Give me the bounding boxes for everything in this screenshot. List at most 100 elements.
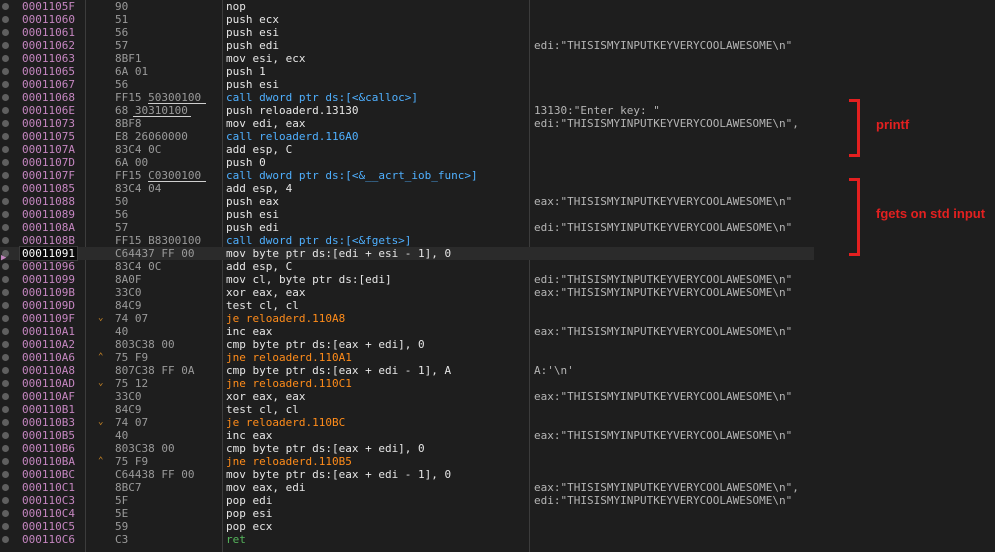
disassembly-row[interactable]: 000110C5 59 pop ecx — [0, 520, 995, 533]
breakpoint-dot-icon[interactable] — [2, 354, 9, 361]
disassembly-row[interactable]: 000110B6 803C38 00 cmp byte ptr ds:[eax + … — [0, 442, 995, 455]
disassembly-row[interactable]: 00011096 83C4 0C add esp, C — [0, 260, 995, 273]
breakpoint-dot-icon[interactable] — [2, 68, 9, 75]
breakpoint-dot-icon[interactable] — [2, 211, 9, 218]
disassembly-row[interactable]: 0001109F ⌄ 74 07 je reloaderd.110A8 — [0, 312, 995, 325]
comment: 13130:"Enter key: " — [534, 104, 660, 117]
breakpoint-dot-icon[interactable] — [2, 107, 9, 114]
address: 00011091 — [19, 246, 78, 261]
disassembly-row[interactable]: 0001108A 57 push edi edi:"THISISMYINPUTKEYV… — [0, 221, 995, 234]
breakpoint-dot-icon[interactable] — [2, 172, 9, 179]
breakpoint-dot-icon[interactable] — [2, 146, 9, 153]
address: 00011067 — [22, 78, 75, 91]
address: 000110C3 — [22, 494, 75, 507]
disassembly-row[interactable]: 000110AD ⌄ 75 12 jne reloaderd.110C1 — [0, 377, 995, 390]
address: 00011096 — [22, 260, 75, 273]
breakpoint-dot-icon[interactable] — [2, 471, 9, 478]
breakpoint-dot-icon[interactable] — [2, 497, 9, 504]
breakpoint-dot-icon[interactable] — [2, 458, 9, 465]
address: 00011099 — [22, 273, 75, 286]
disassembly-row[interactable]: 000110C3 5F pop edi edi:"THISISMYINPUTKEYVE… — [0, 494, 995, 507]
breakpoint-dot-icon[interactable] — [2, 510, 9, 517]
disassembly-row[interactable]: 000110BC C64438 FF 00 mov byte ptr ds:[eax… — [0, 468, 995, 481]
breakpoint-dot-icon[interactable] — [2, 224, 9, 231]
breakpoint-dot-icon[interactable] — [2, 289, 9, 296]
breakpoint-dot-icon[interactable] — [2, 159, 9, 166]
breakpoint-dot-icon[interactable] — [2, 198, 9, 205]
breakpoint-dot-icon[interactable] — [2, 393, 9, 400]
disassembly-row[interactable]: 000110C4 5E pop esi — [0, 507, 995, 520]
opcode-bytes: 8BF8 — [115, 117, 142, 130]
instruction: inc eax — [226, 429, 273, 442]
jump-up-icon: ⌃ — [98, 352, 104, 362]
disassembly-row[interactable]: 00011061 56 push esi — [0, 26, 995, 39]
disassembly-row[interactable]: 00011065 6A 01 push 1 — [0, 65, 995, 78]
breakpoint-dot-icon[interactable] — [2, 42, 9, 49]
disassembly-row[interactable]: 0001109D 84C9 test cl, cl — [0, 299, 995, 312]
breakpoint-dot-icon[interactable] — [2, 432, 9, 439]
breakpoint-dot-icon[interactable] — [2, 55, 9, 62]
disassembly-row[interactable]: 0001107A 83C4 0C add esp, C — [0, 143, 995, 156]
breakpoint-dot-icon[interactable] — [2, 133, 9, 140]
disassembly-row[interactable]: 00011091 C64437 FF 00 mov byte ptr ds:[edi… — [0, 246, 995, 261]
breakpoint-dot-icon[interactable] — [2, 328, 9, 335]
disassembly-row[interactable]: 000110A1 40 inc eax eax:"THISISMYINPUTKEYVE… — [0, 325, 995, 338]
opcode-bytes: 8BC7 — [115, 481, 142, 494]
calloc-import-underline — [148, 103, 206, 104]
breakpoint-dot-icon[interactable] — [2, 315, 9, 322]
breakpoint-dot-icon[interactable] — [2, 276, 9, 283]
disassembly-row[interactable]: 00011088 50 push eax eax:"THISISMYINPUTKEYV… — [0, 195, 995, 208]
breakpoint-dot-icon[interactable] — [2, 94, 9, 101]
disassembly-row[interactable]: 000110A6 ⌃ 75 F9 jne reloaderd.110A1 — [0, 351, 995, 364]
breakpoint-dot-icon[interactable] — [2, 3, 9, 10]
disassembly-row[interactable]: 00011099 8A0F mov cl, byte ptr ds:[edi] edi… — [0, 273, 995, 286]
debugger-disassembly-view: { "rows": [ {"addr":"0001105F","bytes":"… — [0, 0, 995, 552]
disassembly-row[interactable]: 00011089 56 push esi — [0, 208, 995, 221]
address: 00011060 — [22, 13, 75, 26]
disassembly-row[interactable]: 0001108B FF15 B8300100 call dword ptr ds:[… — [0, 234, 995, 247]
disassembly-row[interactable]: 000110B1 84C9 test cl, cl — [0, 403, 995, 416]
breakpoint-dot-icon[interactable] — [2, 484, 9, 491]
breakpoint-dot-icon[interactable] — [2, 237, 9, 244]
disassembly-row[interactable]: 0001109B 33C0 xor eax, eax eax:"THISISMYINP… — [0, 286, 995, 299]
disassembly-row[interactable]: 000110B3 ⌄ 74 07 je reloaderd.110BC — [0, 416, 995, 429]
breakpoint-dot-icon[interactable] — [2, 367, 9, 374]
disassembly-row[interactable]: 00011062 57 push edi edi:"THISISMYINPUTKEYV… — [0, 39, 995, 52]
disassembly-row[interactable]: 00011060 51 push ecx — [0, 13, 995, 26]
opcode-bytes: 5F — [115, 494, 129, 507]
breakpoint-dot-icon[interactable] — [2, 341, 9, 348]
address: 000110BA — [22, 455, 75, 468]
disassembly-row[interactable]: 0001107D 6A 00 push 0 — [0, 156, 995, 169]
breakpoint-dot-icon[interactable] — [2, 536, 9, 543]
opcode-bytes: 6A 01 — [115, 65, 149, 78]
breakpoint-dot-icon[interactable] — [2, 302, 9, 309]
disassembly-row[interactable]: 0001105F 90 nop — [0, 0, 995, 13]
disassembly-row[interactable]: 000110A8 807C38 FF 0A cmp byte ptr ds:[eax… — [0, 364, 995, 377]
disassembly-row[interactable]: 00011067 56 push esi — [0, 78, 995, 91]
disassembly-row[interactable]: 000110BA ⌃ 75 F9 jne reloaderd.110B5 — [0, 455, 995, 468]
disassembly-row[interactable]: 00011075 E8 26060000 call reloaderd.116A0 — [0, 130, 995, 143]
disassembly-row[interactable]: 00011085 83C4 04 add esp, 4 — [0, 182, 995, 195]
disassembly-rows: 0001105F 90 nop 00011060 51 push ecx 00011061 5… — [0, 0, 995, 546]
breakpoint-dot-icon[interactable] — [2, 185, 9, 192]
comment: eax:"THISISMYINPUTKEYVERYCOOLAWESOME\n" — [534, 429, 793, 442]
breakpoint-dot-icon[interactable] — [2, 29, 9, 36]
breakpoint-dot-icon[interactable] — [2, 16, 9, 23]
disassembly-row[interactable]: 00011073 8BF8 mov edi, eax edi:"THISISMYINP… — [0, 117, 995, 130]
breakpoint-dot-icon[interactable] — [2, 406, 9, 413]
breakpoint-dot-icon[interactable] — [2, 445, 9, 452]
disassembly-row[interactable]: 00011063 8BF1 mov esi, ecx — [0, 52, 995, 65]
disassembly-row[interactable]: 000110B5 40 inc eax eax:"THISISMYINPUTKEYVE… — [0, 429, 995, 442]
disassembly-row[interactable]: 000110AF 33C0 xor eax, eax eax:"THISISMYINP… — [0, 390, 995, 403]
breakpoint-dot-icon[interactable] — [2, 263, 9, 270]
breakpoint-dot-icon[interactable] — [2, 380, 9, 387]
disassembly-row[interactable]: 000110A2 803C38 00 cmp byte ptr ds:[eax + … — [0, 338, 995, 351]
opcode-bytes: C64437 FF 00 — [115, 247, 195, 260]
breakpoint-dot-icon[interactable] — [2, 81, 9, 88]
comment: eax:"THISISMYINPUTKEYVERYCOOLAWESOME\n", — [534, 481, 799, 494]
breakpoint-dot-icon[interactable] — [2, 419, 9, 426]
breakpoint-dot-icon[interactable] — [2, 120, 9, 127]
breakpoint-dot-icon[interactable] — [2, 523, 9, 530]
disassembly-row[interactable]: 000110C1 8BC7 mov eax, edi eax:"THISISMYINP… — [0, 481, 995, 494]
disassembly-row[interactable]: 000110C6 C3 ret — [0, 533, 995, 546]
